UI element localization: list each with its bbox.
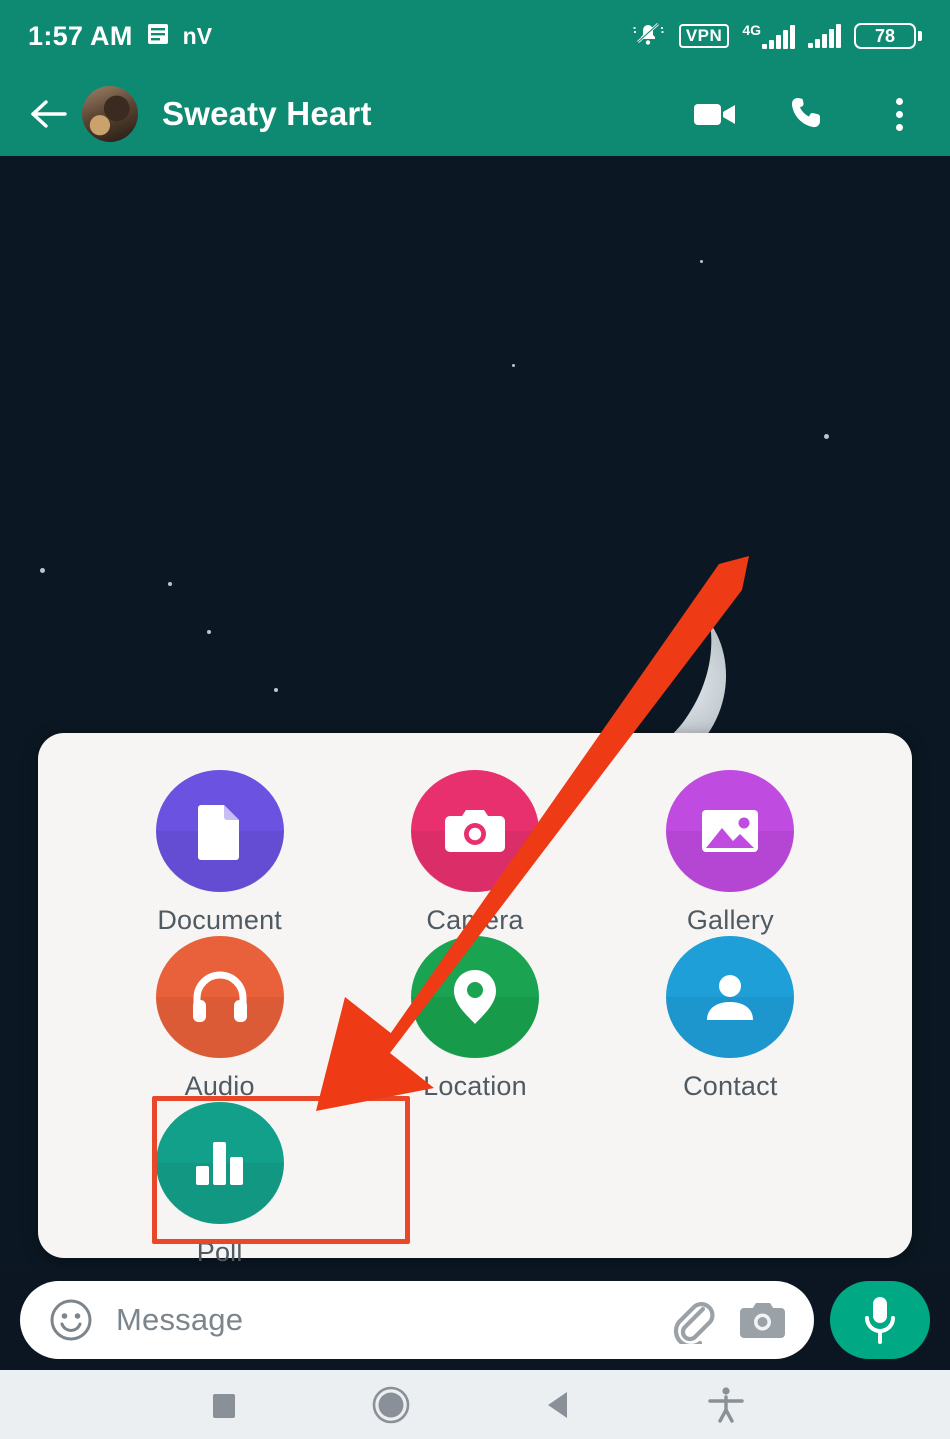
status-bar-clock: 1:57 AM — [28, 20, 133, 51]
message-placeholder[interactable]: Message — [116, 1302, 648, 1338]
status-bar-left: 1:57 AM nV — [28, 21, 212, 52]
attachment-label: Location — [423, 1071, 527, 1101]
camera-icon[interactable] — [410, 770, 539, 892]
android-navigation-bar — [0, 1370, 950, 1439]
back-arrow-icon[interactable] — [24, 89, 74, 139]
person-icon[interactable] — [666, 936, 795, 1058]
header-actions — [692, 91, 926, 137]
attachment-panel: Document Camera Gallery Audio Location C… — [38, 733, 912, 1267]
notification-list-icon — [147, 22, 169, 51]
vpn-badge: VPN — [678, 24, 730, 48]
attachment-label: Gallery — [686, 905, 774, 935]
video-camera-icon[interactable] — [692, 91, 738, 137]
page-title[interactable]: Sweaty Heart — [162, 95, 372, 133]
phone-icon[interactable] — [784, 91, 830, 137]
battery-level-label: 78 — [874, 26, 896, 46]
more-options-icon[interactable] — [876, 91, 922, 137]
battery-icon: 78 — [854, 23, 922, 49]
paperclip-icon[interactable] — [668, 1295, 718, 1345]
camera-icon[interactable] — [738, 1295, 788, 1345]
attachment-label: Camera — [426, 905, 524, 935]
gallery-icon[interactable] — [666, 770, 795, 892]
attachment-item-gallery[interactable]: Gallery — [603, 770, 858, 936]
recents-square-icon[interactable] — [191, 1379, 257, 1431]
bell-muted-icon — [632, 19, 666, 54]
attachment-grid: Document Camera Gallery Audio Location C… — [38, 733, 912, 1268]
attachment-item-camera[interactable]: Camera — [347, 770, 602, 936]
attachment-label: Audio — [184, 1071, 255, 1101]
accessibility-person-icon[interactable] — [693, 1379, 759, 1431]
message-input-field[interactable]: Message — [20, 1281, 814, 1359]
signal-strength-bars-secondary — [808, 24, 841, 48]
signal-strength-bars-primary — [762, 25, 795, 49]
network-type-label: 4G — [742, 22, 761, 38]
attachment-item-poll[interactable]: Poll — [92, 1102, 347, 1268]
chat-header: Sweaty Heart — [0, 72, 950, 156]
attachment-label: Contact — [683, 1071, 778, 1101]
attachment-label: Poll — [196, 1237, 243, 1267]
avatar[interactable] — [82, 86, 138, 142]
attachment-item-document[interactable]: Document — [92, 770, 347, 936]
signal-bars-icon: 4G — [742, 23, 795, 49]
attachment-item-audio[interactable]: Audio — [92, 936, 347, 1102]
attachment-item-contact[interactable]: Contact — [603, 936, 858, 1102]
headphones-icon[interactable] — [155, 936, 284, 1058]
status-bar-carrier: nV — [182, 22, 213, 49]
attachment-label: Document — [157, 905, 282, 935]
document-icon[interactable] — [155, 770, 284, 892]
status-bar: 1:57 AM nV VPN 4G 78 — [0, 0, 950, 72]
home-circle-icon[interactable] — [358, 1379, 424, 1431]
map-pin-icon[interactable] — [410, 936, 539, 1058]
bar-chart-icon[interactable] — [155, 1102, 284, 1224]
attachment-item-location[interactable]: Location — [347, 936, 602, 1102]
status-bar-right: VPN 4G 78 — [632, 19, 922, 54]
message-input-bar: Message — [0, 1270, 950, 1370]
microphone-icon[interactable] — [830, 1281, 930, 1359]
emoji-smiley-icon[interactable] — [46, 1295, 96, 1345]
back-triangle-icon[interactable] — [526, 1379, 592, 1431]
